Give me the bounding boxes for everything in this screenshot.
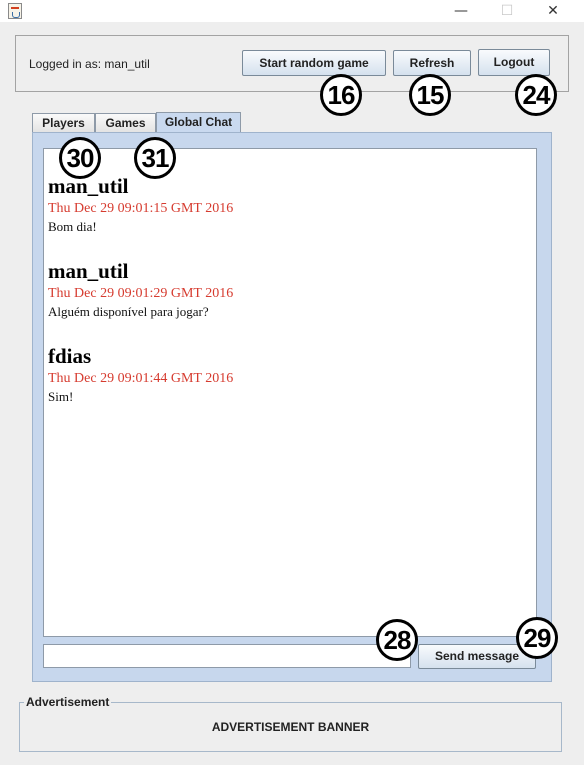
message-text: Bom dia! [48,219,97,234]
message-text: Sim! [48,389,74,404]
message-timestamp: Thu Dec 29 09:01:15 GMT 2016 [48,201,234,216]
annotation-badge-start-random: 16 [320,74,362,116]
annotation-badge-message-input: 28 [376,619,418,661]
message-text: Alguém disponível para jogar? [48,304,209,319]
tab-players[interactable]: Players [32,113,95,133]
annotation-badge-refresh: 15 [409,74,451,116]
message-input[interactable] [43,644,411,668]
advertisement-title: Advertisement [24,695,112,709]
annotation-badge-tab-games: 31 [134,137,176,179]
annotation-badge-tab-players: 30 [59,137,101,179]
global-chat-panel: man_util Thu Dec 29 09:01:15 GMT 2016 Bo… [32,132,552,682]
message-author: man_util [48,259,129,283]
chat-history[interactable]: man_util Thu Dec 29 09:01:15 GMT 2016 Bo… [43,148,537,637]
logged-in-label: Logged in as: man_util [29,57,150,71]
maximize-icon: ☐ [500,3,514,19]
annotation-badge-logout: 24 [515,74,557,116]
minimize-icon[interactable]: — [438,0,484,22]
refresh-button[interactable]: Refresh [393,50,471,76]
header-panel: Logged in as: man_util Start random game… [15,35,569,92]
annotation-badge-send: 29 [516,617,558,659]
advertisement-banner[interactable]: ADVERTISEMENT BANNER [20,720,561,734]
java-app-icon [8,3,22,19]
chat-message: man_util Thu Dec 29 09:01:29 GMT 2016 Al… [48,259,233,321]
message-timestamp: Thu Dec 29 09:01:44 GMT 2016 [48,371,234,386]
title-bar: — ☐ ✕ [0,0,584,22]
message-author: fdias [48,344,92,368]
tab-games[interactable]: Games [95,113,156,133]
close-icon[interactable]: ✕ [530,0,576,22]
chat-message: fdias Thu Dec 29 09:01:44 GMT 2016 Sim! [48,344,233,406]
tab-global-chat[interactable]: Global Chat [156,112,241,133]
start-random-game-button[interactable]: Start random game [242,50,386,76]
chat-message: man_util Thu Dec 29 09:01:15 GMT 2016 Bo… [48,174,233,236]
logout-button[interactable]: Logout [478,49,550,76]
message-timestamp: Thu Dec 29 09:01:29 GMT 2016 [48,286,234,301]
advertisement-panel: Advertisement ADVERTISEMENT BANNER [19,696,562,752]
